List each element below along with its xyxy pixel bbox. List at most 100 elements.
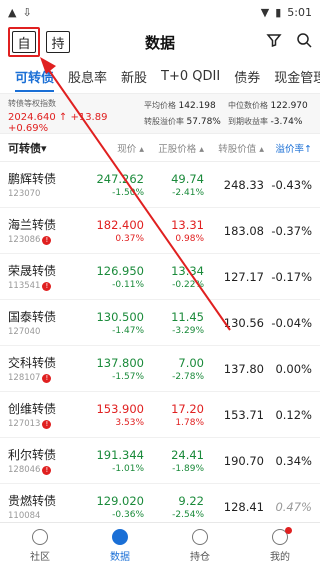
price-cell: 153.900 3.53% xyxy=(88,402,144,428)
bond-name: 交科转债 xyxy=(8,356,57,370)
premium-value: 0.47% xyxy=(275,499,312,514)
alert-icon: ! xyxy=(42,465,52,475)
stock-change: -3.29% xyxy=(172,325,204,336)
battery-icon: ▮ xyxy=(275,5,282,19)
convert-value: 127.17 xyxy=(223,269,264,284)
stock-change: 1.78% xyxy=(175,417,204,428)
convert-value: 190.70 xyxy=(223,453,264,468)
col-premium[interactable]: 溢价率↑ xyxy=(264,141,312,155)
bond-code: 127013! xyxy=(8,419,88,429)
stock-premium-stat: 转股溢价率 57.78% xyxy=(144,117,221,127)
convert-value: 153.71 xyxy=(223,407,264,422)
bond-code: 123070 xyxy=(8,189,41,199)
page-title: 数据 xyxy=(144,33,176,52)
tab-ipo[interactable]: 新股 xyxy=(114,60,154,93)
price-change: -0.11% xyxy=(112,279,144,290)
category-tabs: 可转债 股息率 新股 T+0 QDII 债券 现金管理 xyxy=(0,60,320,94)
stock-change: -2.78% xyxy=(172,371,204,382)
premium-value: -0.04% xyxy=(271,315,312,330)
stock-cell: 13.31 0.98% xyxy=(144,218,204,244)
bond-name-cell: 创维转债 127013! xyxy=(8,400,88,429)
bond-code: 128046! xyxy=(8,465,88,475)
bond-name: 荣晟转债 xyxy=(8,264,57,278)
convert-value: 130.56 xyxy=(223,315,264,330)
bond-name-cell: 海兰转债 123086! xyxy=(8,216,88,245)
col-stock-price[interactable]: 正股价格 ▴ xyxy=(144,141,204,155)
table-row[interactable]: 利尔转债 128046! 191.344 -1.01% 24.41 -1.89% 190.7… xyxy=(0,438,320,484)
price-cell: 129.020 -0.36% xyxy=(88,494,144,520)
alert-icon: ! xyxy=(42,419,52,429)
tab-dividend[interactable]: 股息率 xyxy=(61,60,114,93)
premium-value: -0.37% xyxy=(271,223,312,238)
price-change: 0.37% xyxy=(115,233,144,244)
price-change: 3.53% xyxy=(115,417,144,428)
table-row[interactable]: 鹏辉转债 123070 247.262 -1.50% 49.74 -2.41% 248.33… xyxy=(0,162,320,208)
table-row[interactable]: 国泰转债 127040 130.500 -1.47% 11.45 -3.29% 130.56… xyxy=(0,300,320,346)
index-panel[interactable]: 转债等权指数 2024.640 ↑ +13.89 +0.69% 平均价格 142… xyxy=(0,94,320,134)
table-row[interactable]: 荣晟转债 113541! 126.950 -0.11% 13.34 -0.22% 127.1… xyxy=(0,254,320,300)
bond-name-cell: 贵燃转债 110084 xyxy=(8,492,88,521)
data-icon xyxy=(112,528,128,545)
price-value: 129.020 xyxy=(96,493,144,508)
search-icon[interactable] xyxy=(296,32,312,52)
stock-value: 13.31 xyxy=(171,217,204,232)
bond-list: 鹏辉转债 123070 247.262 -1.50% 49.74 -2.41% 248.33… xyxy=(0,162,320,530)
bond-name: 国泰转债 xyxy=(8,310,57,324)
col-price[interactable]: 现价 ▴ xyxy=(88,141,144,155)
tab-cash[interactable]: 现金管理 xyxy=(267,60,320,93)
notification-icon: ▲ xyxy=(8,5,17,19)
tab-convertible[interactable]: 可转债 xyxy=(8,60,61,93)
stock-value: 9.22 xyxy=(178,493,204,508)
stock-value: 24.41 xyxy=(171,447,204,462)
stock-cell: 24.41 -1.89% xyxy=(144,448,204,474)
tab-bond[interactable]: 债券 xyxy=(227,60,267,93)
convert-value: 183.08 xyxy=(223,223,264,238)
bond-name: 海兰转债 xyxy=(8,218,57,232)
table-row[interactable]: 交科转债 128107! 137.800 -1.57% 7.00 -2.78% 137.80… xyxy=(0,346,320,392)
tab-qdii[interactable]: T+0 QDII xyxy=(154,60,227,93)
table-header: 可转债▾ 现价 ▴ 正股价格 ▴ 转股价值 ▴ 溢价率↑ xyxy=(0,134,320,162)
stock-value: 11.45 xyxy=(171,309,204,324)
stock-cell: 17.20 1.78% xyxy=(144,402,204,428)
price-change: -1.50% xyxy=(112,187,144,198)
bond-code: 113541! xyxy=(8,281,88,291)
table-row[interactable]: 海兰转债 123086! 182.400 0.37% 13.31 0.98% 183.08-… xyxy=(0,208,320,254)
price-change: -1.47% xyxy=(112,325,144,336)
bond-code: 123086! xyxy=(8,235,88,245)
bond-name-cell: 交科转债 128107! xyxy=(8,354,88,383)
nav-mine[interactable]: 我的 xyxy=(240,523,320,568)
col-name[interactable]: 可转债▾ xyxy=(8,140,88,156)
download-icon: ⇩ xyxy=(22,5,32,19)
premium-value: 0.12% xyxy=(275,407,312,422)
holdings-button[interactable]: 持 xyxy=(46,31,70,53)
col-convert-value[interactable]: 转股价值 ▴ xyxy=(204,141,264,155)
ytm-stat: 到期收益率 -3.74% xyxy=(228,117,303,127)
convert-value: 248.33 xyxy=(223,177,264,192)
bond-name: 创维转债 xyxy=(8,402,57,416)
self-select-button[interactable]: 自 xyxy=(12,31,36,53)
alert-icon: ! xyxy=(42,281,52,291)
price-cell: 182.400 0.37% xyxy=(88,218,144,244)
premium-value: 0.34% xyxy=(275,453,312,468)
premium-value: 0.00% xyxy=(275,361,312,376)
nav-data[interactable]: 数据 xyxy=(80,523,160,568)
premium-value: -0.43% xyxy=(271,177,312,192)
convert-value: 137.80 xyxy=(223,361,264,376)
nav-holdings[interactable]: 持仓 xyxy=(160,523,240,568)
nav-community[interactable]: 社区 xyxy=(0,523,80,568)
price-cell: 130.500 -1.47% xyxy=(88,310,144,336)
pie-icon xyxy=(192,528,208,545)
clock: 5:01 xyxy=(287,5,312,19)
index-label: 转债等权指数 xyxy=(8,99,56,108)
filter-icon[interactable] xyxy=(266,32,282,52)
price-value: 191.344 xyxy=(96,447,144,462)
premium-value: -0.17% xyxy=(271,269,312,284)
status-bar: ▲ ⇩ ▼ ▮ 5:01 xyxy=(0,0,320,24)
bond-code: 127040 xyxy=(8,327,41,337)
stock-change: -0.22% xyxy=(172,279,204,290)
price-value: 126.950 xyxy=(96,263,144,278)
table-row[interactable]: 创维转债 127013! 153.900 3.53% 17.20 1.78% 153.71 0… xyxy=(0,392,320,438)
notification-dot xyxy=(285,526,292,534)
price-value: 247.262 xyxy=(96,171,144,186)
stock-cell: 11.45 -3.29% xyxy=(144,310,204,336)
